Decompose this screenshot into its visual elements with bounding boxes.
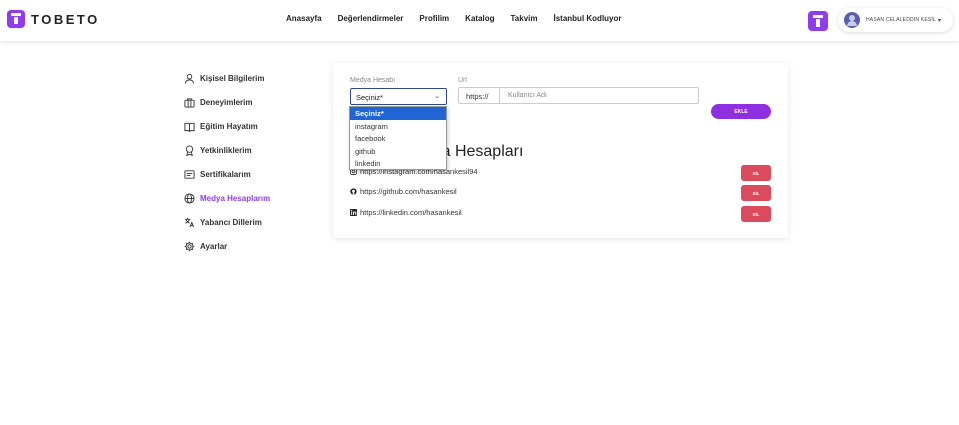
nav-link-catalog[interactable]: Katalog bbox=[465, 14, 494, 23]
user-menu[interactable]: HASAN CELALEDDIN KESİL ▾ bbox=[838, 8, 953, 32]
sidebar-item-label: Sertifikalarım bbox=[200, 169, 251, 179]
profile-sidebar: Kişisel Bilgilerim Deneyimlerim Eğitim H… bbox=[184, 66, 314, 258]
dropdown-option-facebook[interactable]: facebook bbox=[350, 132, 446, 145]
sidebar-item-experience[interactable]: Deneyimlerim bbox=[184, 90, 314, 114]
avatar bbox=[844, 12, 860, 28]
book-icon bbox=[184, 122, 195, 132]
main-nav: Anasayfa Değerlendirmeler Profilim Katal… bbox=[286, 14, 638, 23]
sidebar-item-label: Kişisel Bilgilerim bbox=[200, 73, 265, 83]
sidebar-item-label: Medya Hesaplarım bbox=[200, 193, 271, 203]
username-input[interactable]: Kullanıcı Adı bbox=[500, 88, 698, 103]
account-url[interactable]: https://github.com/hasankesil bbox=[360, 187, 457, 196]
account-type-select[interactable]: Seçiniz* ⌄ bbox=[350, 88, 447, 105]
logo-icon bbox=[7, 10, 25, 28]
sidebar-item-personal-info[interactable]: Kişisel Bilgilerim bbox=[184, 66, 314, 90]
account-row-github: https://github.com/hasankesil bbox=[350, 184, 457, 198]
sidebar-item-skills[interactable]: Yetkinliklerim bbox=[184, 138, 314, 162]
account-type-label: Medya Hesabı bbox=[350, 77, 396, 84]
url-input-group: https:// Kullanıcı Adı bbox=[458, 87, 699, 104]
url-label: Url bbox=[458, 77, 467, 84]
nav-link-istanbul-kodluyor[interactable]: İstanbul Kodluyor bbox=[554, 14, 622, 23]
user-name: HASAN CELALEDDIN KESİL bbox=[866, 17, 936, 23]
award-icon bbox=[185, 144, 194, 156]
certificate-icon bbox=[184, 169, 195, 179]
account-row-linkedin: https://linkedin.com/hasankesil bbox=[350, 205, 462, 219]
linkedin-icon bbox=[350, 208, 357, 216]
chevron-down-icon: ⌄ bbox=[434, 93, 440, 100]
dropdown-option-default[interactable]: Seçiniz* bbox=[350, 107, 446, 120]
sidebar-item-education[interactable]: Eğitim Hayatım bbox=[184, 114, 314, 138]
account-url[interactable]: https://linkedin.com/hasankesil bbox=[360, 208, 462, 217]
nav-link-calendar[interactable]: Takvim bbox=[511, 14, 538, 23]
translate-icon bbox=[184, 217, 195, 227]
chevron-down-icon: ▾ bbox=[937, 17, 941, 24]
sidebar-item-label: Yetkinliklerim bbox=[200, 145, 252, 155]
delete-button-github[interactable]: SİL bbox=[741, 185, 771, 201]
add-button[interactable]: EKLE bbox=[711, 104, 771, 119]
sidebar-item-label: Eğitim Hayatım bbox=[200, 121, 258, 131]
globe-icon bbox=[184, 192, 195, 204]
dropdown-option-github[interactable]: github bbox=[350, 145, 446, 158]
sidebar-item-label: Deneyimlerim bbox=[200, 97, 253, 107]
dropdown-option-linkedin[interactable]: linkedin bbox=[350, 157, 446, 170]
sidebar-item-media-accounts[interactable]: Medya Hesaplarım bbox=[184, 186, 314, 210]
account-type-dropdown: Seçiniz* instagram facebook github linke… bbox=[349, 106, 447, 170]
tobeto-logo[interactable]: TOBETO bbox=[7, 10, 100, 28]
sidebar-item-settings[interactable]: Ayarlar bbox=[184, 234, 314, 258]
nav-link-profile[interactable]: Profilim bbox=[419, 14, 449, 23]
briefcase-icon bbox=[184, 97, 195, 108]
tobeto-small-logo-icon[interactable] bbox=[808, 11, 828, 31]
url-prefix: https:// bbox=[459, 88, 500, 103]
sidebar-item-languages[interactable]: Yabancı Dillerim bbox=[184, 210, 314, 234]
account-type-value: Seçiniz* bbox=[356, 93, 384, 102]
delete-button-linkedin[interactable]: SİL bbox=[741, 206, 771, 222]
nav-link-home[interactable]: Anasayfa bbox=[286, 14, 322, 23]
top-navbar: TOBETO Anasayfa Değerlendirmeler Profili… bbox=[0, 0, 959, 41]
sidebar-item-certificates[interactable]: Sertifikalarım bbox=[184, 162, 314, 186]
delete-button-instagram[interactable]: SİL bbox=[741, 165, 771, 181]
nav-link-evaluations[interactable]: Değerlendirmeler bbox=[338, 14, 404, 23]
dropdown-option-instagram[interactable]: instagram bbox=[350, 120, 446, 133]
user-icon bbox=[184, 73, 195, 84]
sidebar-item-label: Yabancı Dillerim bbox=[200, 217, 262, 227]
sidebar-item-label: Ayarlar bbox=[200, 241, 228, 251]
gear-icon bbox=[184, 241, 195, 251]
github-icon bbox=[350, 187, 357, 195]
logo-text: TOBETO bbox=[31, 11, 100, 27]
